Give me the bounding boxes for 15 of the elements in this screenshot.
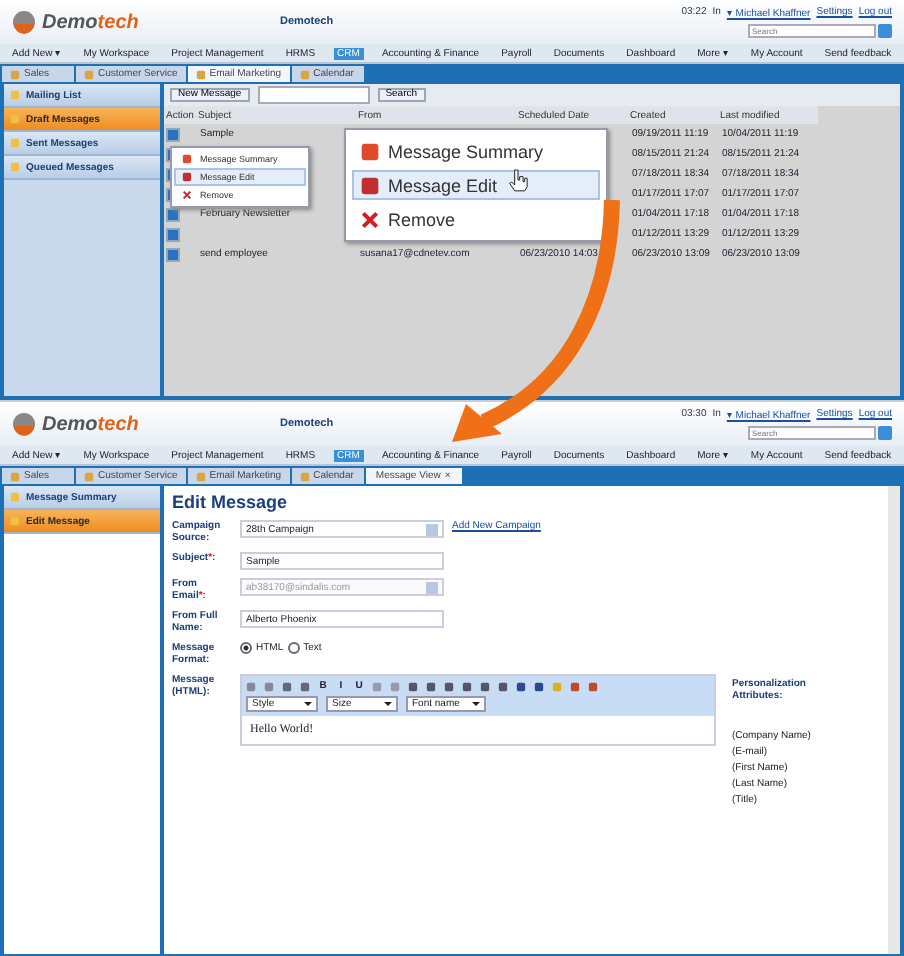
logo-text: Demotech — [42, 11, 139, 33]
radio-button[interactable] — [287, 642, 300, 654]
logo-text: Demotech — [42, 413, 139, 435]
logo-icon — [12, 10, 36, 34]
remove-icon — [360, 209, 380, 229]
action-button[interactable] — [166, 127, 180, 141]
search-field[interactable] — [257, 86, 370, 104]
menu-item[interactable]: Message Edit — [352, 170, 600, 200]
menu-item[interactable]: Message Summary — [352, 136, 600, 166]
radio-button[interactable] — [240, 642, 252, 654]
logo-icon — [12, 412, 36, 436]
hand-cursor-icon — [508, 168, 528, 192]
menu-item[interactable]: Remove — [352, 204, 600, 234]
page-heading: Edit Message — [172, 492, 290, 512]
remove-icon — [182, 190, 192, 200]
